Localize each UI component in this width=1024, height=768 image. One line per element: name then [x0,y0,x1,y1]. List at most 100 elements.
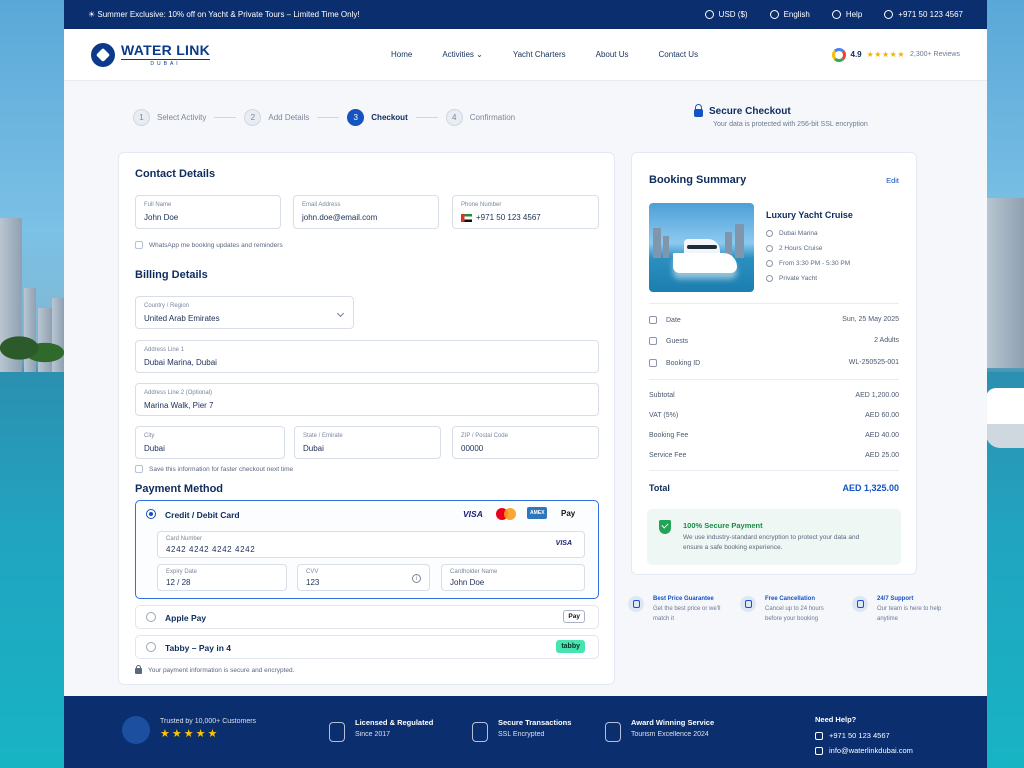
shield-icon [329,722,345,742]
footer-award: Award Winning Service Tourism Excellence … [605,718,714,742]
edit-button[interactable]: Edit [886,176,899,185]
background-right [986,0,1024,768]
cardholder-field[interactable]: Cardholder Name John Doe [441,564,585,591]
logo[interactable]: WATER LINK DUBAI [91,42,361,67]
phone-link[interactable]: +971 50 123 4567 [884,10,963,19]
apple-pay-icon: Pay [563,610,585,623]
rating-stars: ★★★★★ [866,50,905,59]
payment-option-tabby[interactable]: Tabby – Pay in 4 tabby [135,635,599,659]
tour-title: Luxury Yacht Cruise [766,210,853,220]
currency-icon [704,10,714,19]
booking-summary: Booking Summary Edit Luxury Yacht Cruise… [631,152,917,575]
save-info-checkbox[interactable]: Save this information for faster checkou… [135,465,293,473]
footer-email[interactable]: info@waterlinkdubai.com [815,746,913,755]
help-link[interactable]: Help [831,10,862,19]
user-icon [766,275,773,282]
info-icon[interactable]: i [412,574,421,583]
sea [0,372,64,768]
nav-yacht-charters[interactable]: Yacht Charters [513,50,566,59]
address-line1-field[interactable]: Address Line 1 Dubai Marina, Dubai [135,340,599,373]
background-left [0,0,64,768]
step-connector [415,117,438,118]
lock-icon [135,665,142,674]
mail-icon [815,746,823,755]
tabby-radio[interactable] [146,642,156,652]
rating-score: 4.9 [850,50,862,59]
email-field[interactable]: Email Address john.doe@email.com [293,195,439,229]
clock-icon [766,245,773,252]
feature-free-cancellation: Free Cancellation Cancel up to 24 hours b… [740,596,840,624]
ticket-icon [649,359,657,367]
location-pin-icon [766,230,773,237]
footer-trusted: Trusted by 10,000+ Customers ★★★★★ [122,716,256,744]
footer-stars: ★★★★★ [160,728,220,740]
site-footer: Trusted by 10,000+ Customers ★★★★★ Licens… [64,696,987,768]
uae-flag-icon [461,213,472,222]
secure-checkout: Secure Checkout Your data is protected w… [694,104,868,128]
guests-icon [649,337,657,345]
lock-icon [472,722,488,742]
nav-home[interactable]: Home [391,50,412,59]
amex-icon: AMEX [527,507,548,519]
language-selector[interactable]: English [769,10,810,19]
summary-booking-fee: Booking Fee AED 40.00 [649,432,899,439]
contact-title: Contact Details [135,168,216,180]
price-tag-icon [628,596,644,612]
step-select-activity[interactable]: 1 Select Activity [133,109,206,126]
clock-icon [766,260,773,267]
full-name-field[interactable]: Full Name John Doe [135,195,281,229]
shield-check-icon [659,520,671,534]
checkout-form: Contact Details Full Name John Doe Email… [118,152,615,685]
step-checkout: 3 Checkout [347,109,408,126]
summary-total: Total AED 1,325.00 [649,483,899,493]
whatsapp-checkbox[interactable]: WhatsApp me booking updates and reminder… [135,241,283,249]
nav-about-us[interactable]: About Us [596,50,629,59]
phone-icon [884,10,894,19]
apple-pay-icon: Pay [561,509,576,518]
nav-activities[interactable]: Activities ⌄ [442,50,483,59]
tour-type: Private Yacht [766,275,817,282]
summary-vat: VAT (5%) AED 60.00 [649,412,899,419]
feature-support: 24/7 Support Our team is here to help any… [852,596,952,624]
apple-pay-radio[interactable] [146,612,156,622]
cvv-field[interactable]: CVV 123 i [297,564,430,591]
promo-bar: ☀ Summer Exclusive: 10% off on Yacht & P… [64,0,987,29]
expiry-field[interactable]: Expiry Date 12 / 28 [157,564,287,591]
site-header: WATER LINK DUBAI Home Activities ⌄ Yacht… [64,29,987,81]
step-add-details[interactable]: 2 Add Details [244,109,309,126]
phone-field[interactable]: Phone Number +971 50 123 4567 [452,195,599,229]
phone-icon [815,731,823,740]
summary-date: Date Sun, 25 May 2025 [649,316,899,324]
divider [649,379,899,380]
footer-licensed: Licensed & Regulated Since 2017 [329,718,433,742]
city-field[interactable]: City Dubai [135,426,285,459]
checkout-steps: 1 Select Activity 2 Add Details 3 Checkout … [133,109,515,126]
card-radio[interactable] [146,509,156,519]
state-field[interactable]: State / Emirate Dubai [294,426,441,459]
tools-icon [122,716,150,744]
logo-name: WATER LINK [121,42,211,58]
summary-title: Booking Summary [649,174,747,186]
payment-title: Payment Method [135,483,224,495]
google-icon [831,47,846,62]
address-line2-field[interactable]: Address Line 2 (Optional) Marina Walk, P… [135,383,599,416]
nav-contact-us[interactable]: Contact Us [659,50,699,59]
building [986,198,1024,368]
divider [649,470,899,471]
help-icon [831,10,841,19]
footer-phone[interactable]: +971 50 123 4567 [815,731,913,740]
currency-selector[interactable]: USD ($) [704,10,748,19]
zip-field[interactable]: ZIP / Postal Code 00000 [452,426,599,459]
card-number-field[interactable]: Card Number 4242 4242 4242 4242 VISA [157,531,585,558]
feature-best-price: Best Price Guarantee Get the best price o… [628,596,728,624]
summary-booking-id: Booking ID WL-250525-001 [649,359,899,367]
summary-subtotal: Subtotal AED 1,200.00 [649,392,899,399]
google-rating[interactable]: 4.9 ★★★★★ 2,300+ Reviews [831,47,960,62]
payment-option-apple-pay[interactable]: Apple Pay Pay [135,605,599,629]
step-confirmation: 4 Confirmation [445,109,515,126]
billing-title: Billing Details [135,269,208,281]
payment-option-card[interactable]: Credit / Debit Card VISA AMEX Pay Card N… [135,500,599,599]
tabby-logo: tabby [556,640,585,653]
boat [986,388,1024,448]
country-select[interactable]: Country / Region United Arab Emirates [135,296,354,329]
